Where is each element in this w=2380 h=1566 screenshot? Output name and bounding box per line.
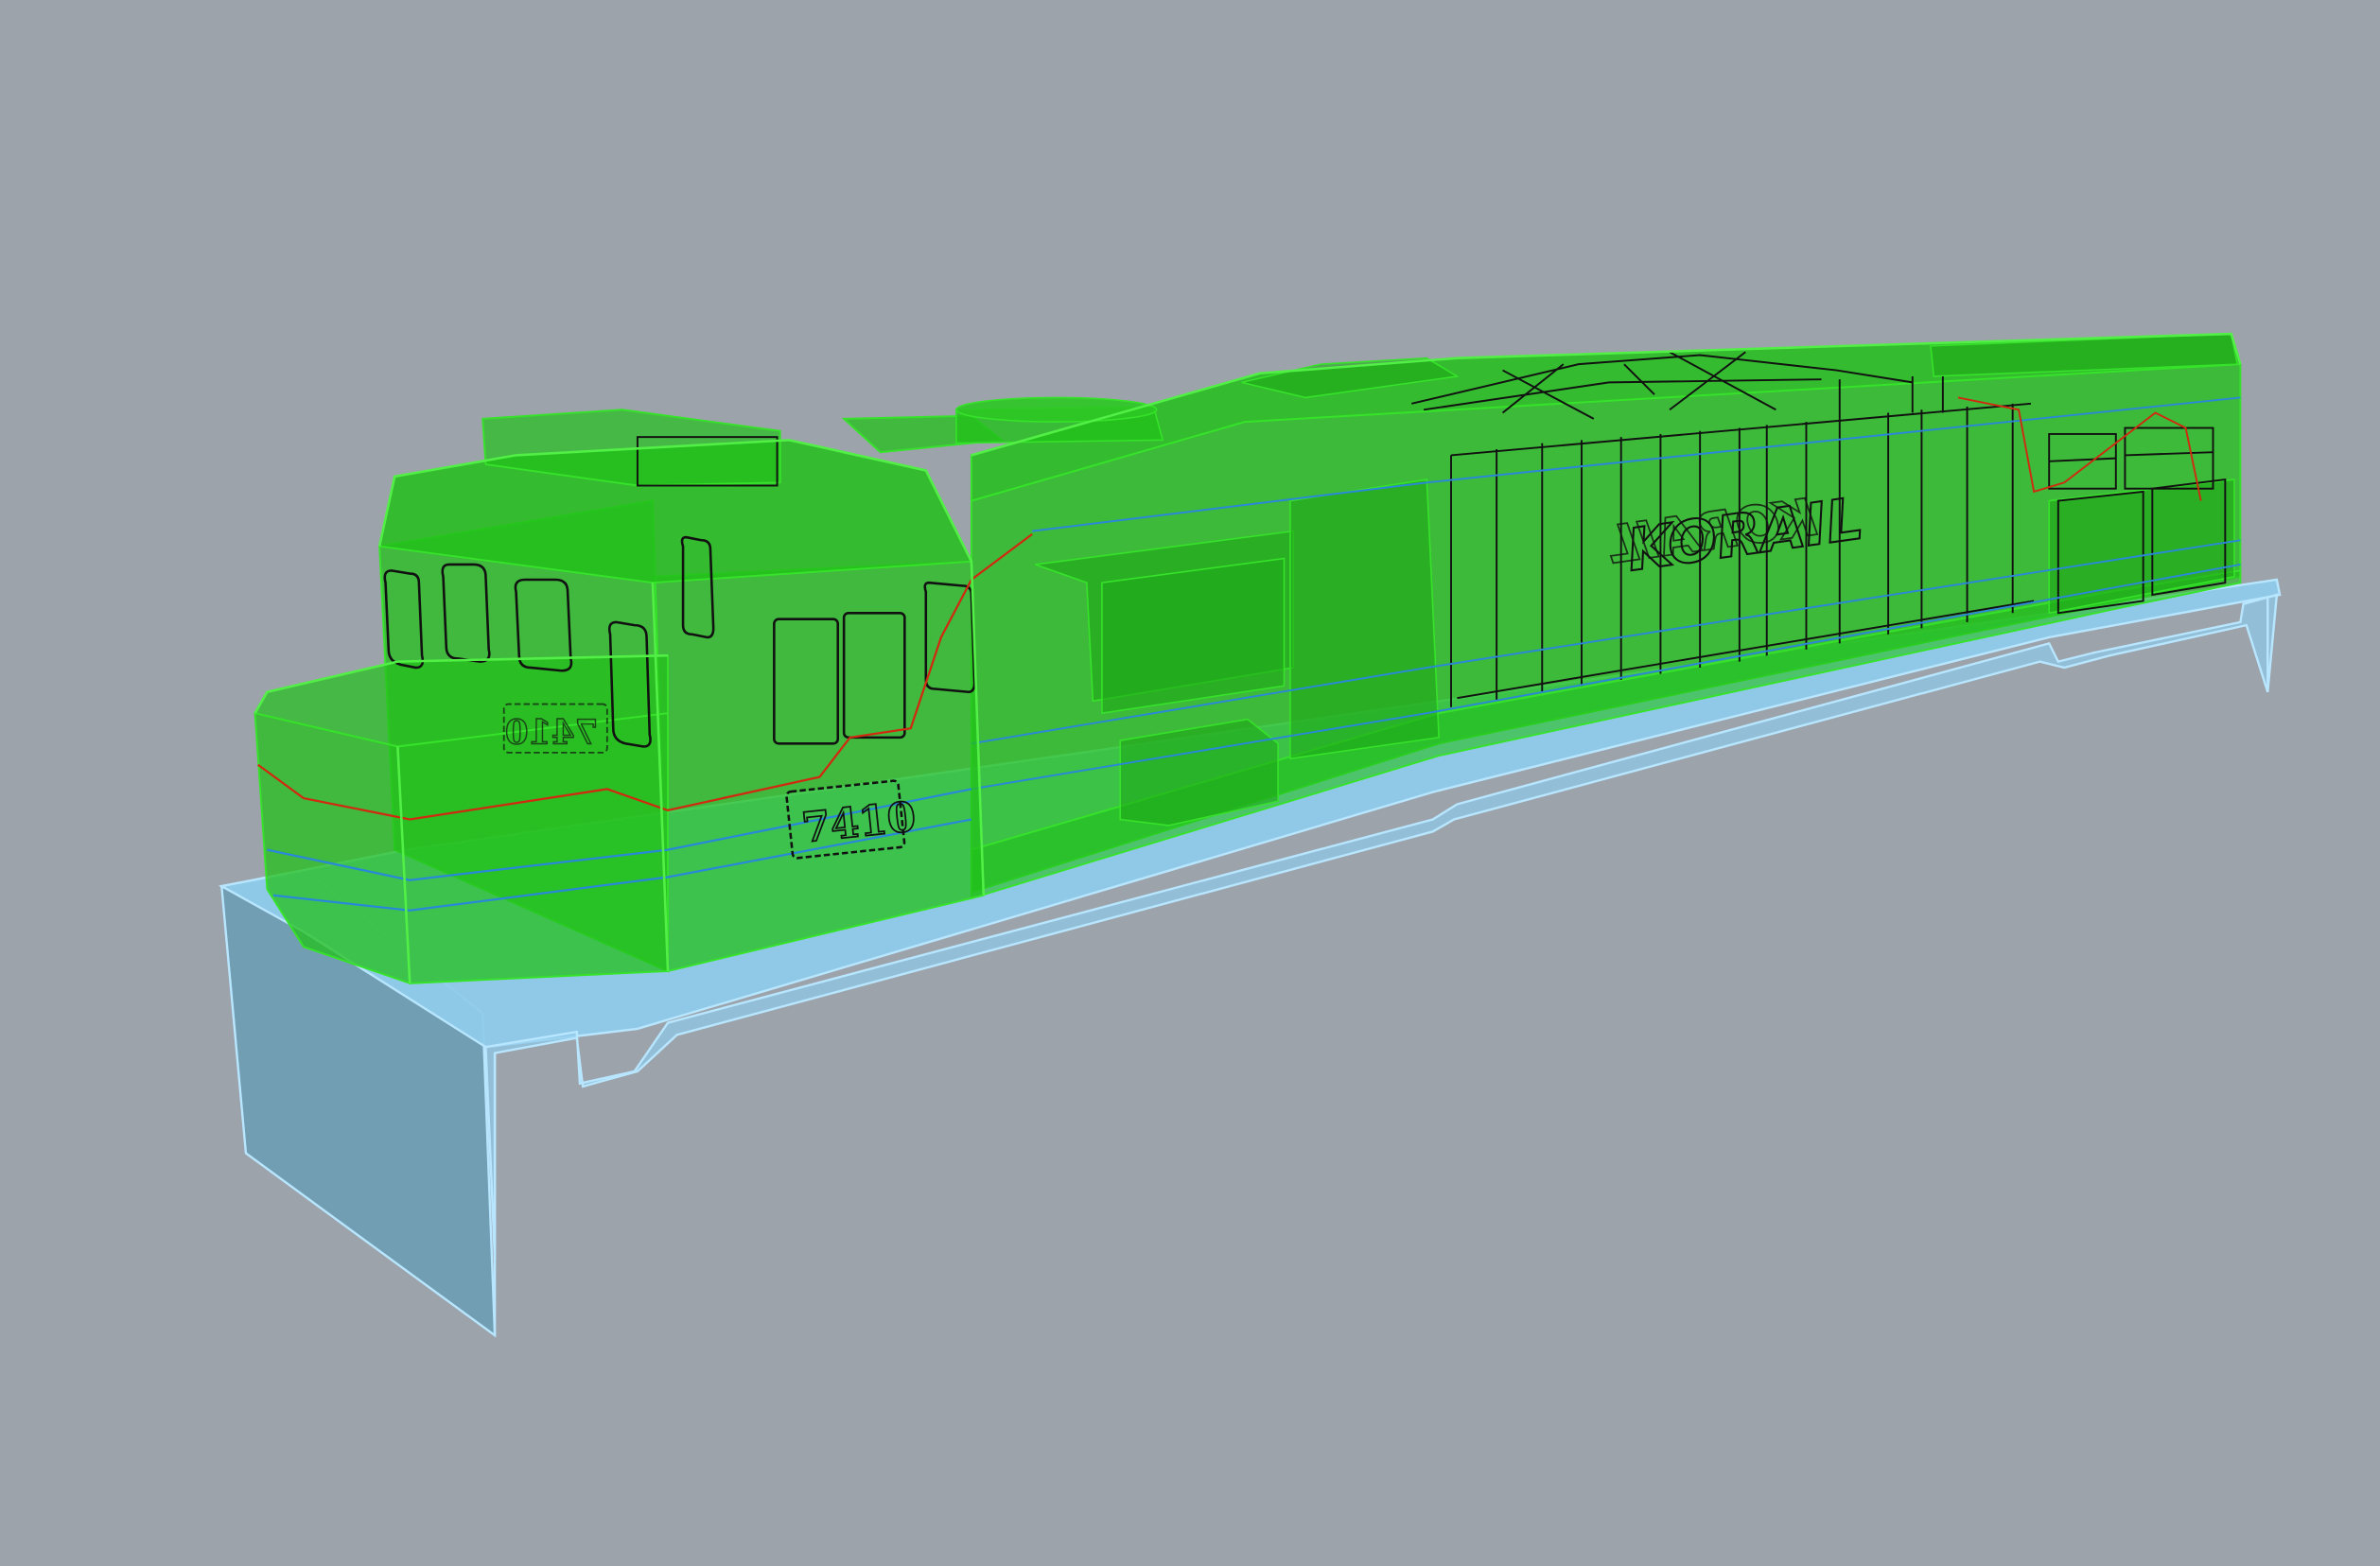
cad-viewport[interactable]: KORAIL KORAIL 7410 7410 [0,0,2380,1566]
hood-panel-3 [1289,478,1440,760]
dynamic-brake-dome [955,396,1164,444]
locomotive-shell-model[interactable]: KORAIL KORAIL 7410 7410 [0,0,2380,1566]
front-number-mirrored: 7410 [505,713,598,752]
hood-panel-2 [1101,557,1286,715]
cab[interactable] [254,409,1005,985]
nose-side [396,712,669,984]
